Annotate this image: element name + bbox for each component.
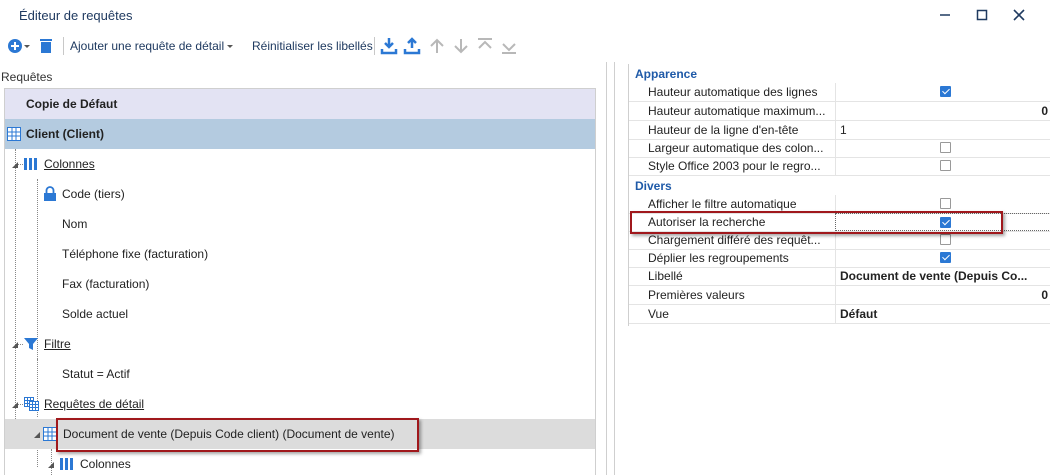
query-tree: Copie de Défaut Client (Client) Colonnes… [4, 88, 596, 475]
collapse-icon [12, 402, 18, 408]
collapse-icon [48, 462, 54, 468]
tree-item-code[interactable]: Code (tiers) [5, 179, 595, 209]
move-down-button[interactable] [452, 35, 470, 57]
collapse-icon [12, 342, 18, 348]
prop-row[interactable]: Premières valeurs 0 [629, 286, 1050, 305]
tree-item-filtre[interactable]: Filtre [5, 329, 595, 359]
maximize-button[interactable] [971, 5, 993, 25]
tree-item-statut[interactable]: Statut = Actif [5, 359, 595, 389]
add-dropdown-button[interactable] [7, 35, 31, 57]
upload-icon [403, 37, 421, 55]
prop-row[interactable]: Hauteur automatique des lignes [629, 83, 1050, 102]
move-top-button[interactable] [476, 35, 494, 57]
columns-icon [60, 458, 73, 470]
filter-icon [24, 338, 38, 350]
highlight-box-document [56, 418, 419, 452]
tree-item-client[interactable]: Client (Client) [5, 119, 595, 149]
prop-row[interactable]: Largeur automatique des colon... [629, 139, 1050, 158]
columns-icon [24, 158, 37, 170]
tree-item-nom[interactable]: Nom [5, 209, 595, 239]
move-up-button[interactable] [428, 35, 446, 57]
tree-item-requetes-detail[interactable]: Requêtes de détail [5, 389, 595, 419]
arrow-bottom-icon [502, 43, 516, 54]
checkbox[interactable] [940, 252, 951, 263]
category-apparence[interactable]: Apparence [629, 64, 1050, 84]
trash-icon [40, 39, 52, 53]
import-button[interactable] [380, 35, 398, 57]
tree-item-colonnes[interactable]: Colonnes [5, 149, 595, 179]
checkbox[interactable] [940, 234, 951, 245]
detail-queries-icon [24, 397, 39, 411]
tree-item-fax[interactable]: Fax (facturation) [5, 269, 595, 299]
splitter-edge [614, 62, 615, 475]
checkbox[interactable] [940, 198, 951, 209]
toolbar: Ajouter une requête de détail Réinitiali… [0, 31, 1050, 61]
table-grid-icon [43, 427, 57, 441]
prop-row[interactable]: Libellé Document de vente (Depuis Co... [629, 267, 1050, 286]
arrow-top-icon [478, 38, 492, 49]
tree-item-telephone[interactable]: Téléphone fixe (facturation) [5, 239, 595, 269]
checkbox[interactable] [940, 86, 951, 97]
prop-row[interactable]: Hauteur automatique maximum... 0 [629, 102, 1050, 121]
collapse-icon [12, 162, 18, 168]
arrow-down-icon [454, 39, 468, 54]
chevron-down-icon [227, 45, 234, 48]
prop-row[interactable]: Style Office 2003 pour le regro... [629, 157, 1050, 176]
window-title: Éditeur de requêtes [19, 8, 133, 23]
close-button[interactable] [1008, 5, 1030, 25]
tree-item-solde[interactable]: Solde actuel [5, 299, 595, 329]
add-detail-query-button[interactable]: Ajouter une requête de détail [70, 35, 234, 57]
minimize-button[interactable] [934, 5, 956, 25]
checkbox[interactable] [940, 142, 951, 153]
queries-section-label: Requêtes [1, 70, 53, 84]
tree-item-colonnes-2[interactable]: Colonnes [5, 449, 595, 475]
lock-icon [44, 186, 56, 201]
reset-labels-button[interactable]: Réinitialiser les libellés [252, 35, 373, 57]
add-icon [8, 39, 30, 53]
arrow-up-icon [430, 38, 444, 53]
prop-row[interactable]: Hauteur de la ligne d'en-tête 1 [629, 121, 1050, 140]
category-divers[interactable]: Divers [629, 176, 1050, 196]
property-grid: Apparence Hauteur automatique des lignes… [628, 64, 1050, 326]
table-grid-icon [7, 127, 21, 141]
checkbox[interactable] [940, 160, 951, 171]
move-bottom-button[interactable] [500, 35, 518, 57]
splitter[interactable] [606, 62, 607, 475]
highlight-box-recherche [630, 211, 1003, 234]
prop-row[interactable]: Déplier les regroupements [629, 249, 1050, 268]
export-button[interactable] [403, 35, 421, 57]
download-icon [380, 38, 398, 55]
collapse-icon [34, 432, 40, 438]
delete-button[interactable] [39, 35, 53, 57]
title-bar: Éditeur de requêtes [0, 0, 1050, 31]
tree-item-copie[interactable]: Copie de Défaut [5, 89, 595, 119]
prop-row[interactable]: Vue Défaut [629, 305, 1050, 324]
